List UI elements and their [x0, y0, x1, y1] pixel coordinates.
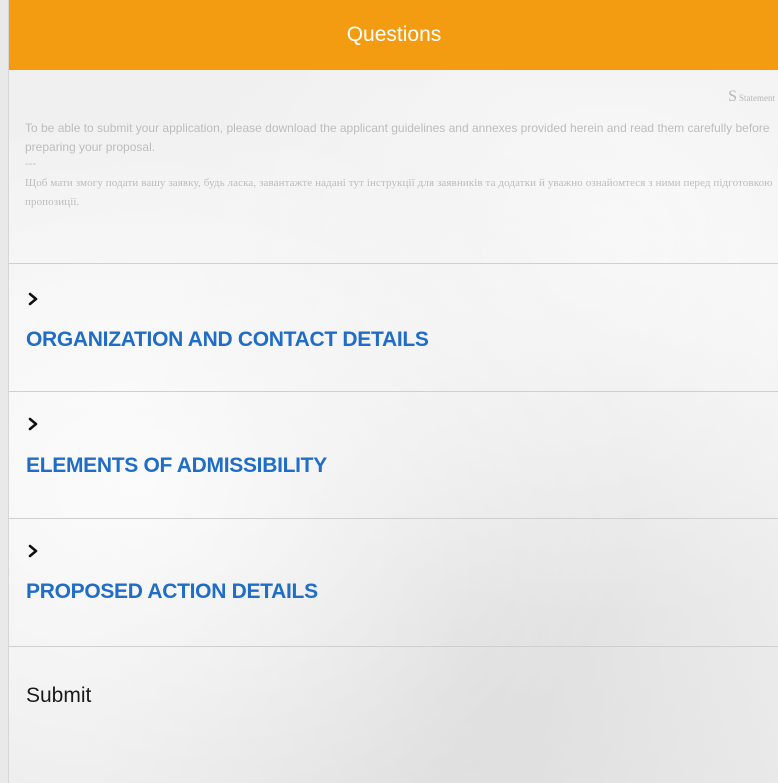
section-organization-and-contact-details[interactable]: ORGANIZATION AND CONTACT DETAILS: [9, 264, 778, 392]
section-elements-of-admissibility[interactable]: ELEMENTS OF ADMISSIBILITY: [9, 392, 778, 519]
section-title[interactable]: ELEMENTS OF ADMISSIBILITY: [26, 454, 327, 478]
statement-text-english: To be able to submit your application, p…: [25, 121, 770, 154]
section-proposed-action-details[interactable]: PROPOSED ACTION DETAILS: [9, 519, 778, 647]
statement-tag-label: Statement: [739, 93, 775, 103]
chevron-right-icon[interactable]: [27, 544, 39, 558]
statement-block: S Statement To be able to submit your app…: [9, 70, 778, 264]
section-title[interactable]: ORGANIZATION AND CONTACT DETAILS: [26, 328, 429, 352]
statement-tag: S Statement: [728, 88, 775, 106]
statement-separator: ---: [25, 158, 36, 170]
chevron-right-icon[interactable]: [27, 292, 39, 306]
header-title: Questions: [346, 22, 442, 46]
statement-text-ukrainian: Щоб мати змогу подати вашу заявку, будь …: [25, 177, 773, 208]
submit-button[interactable]: Submit: [26, 684, 91, 708]
questions-panel: Questions S Statement To be able to submi…: [8, 0, 778, 783]
section-title[interactable]: PROPOSED ACTION DETAILS: [26, 580, 318, 604]
questions-header: Questions: [9, 0, 778, 70]
statement-tag-letter: S: [728, 88, 737, 105]
chevron-right-icon[interactable]: [27, 417, 39, 431]
